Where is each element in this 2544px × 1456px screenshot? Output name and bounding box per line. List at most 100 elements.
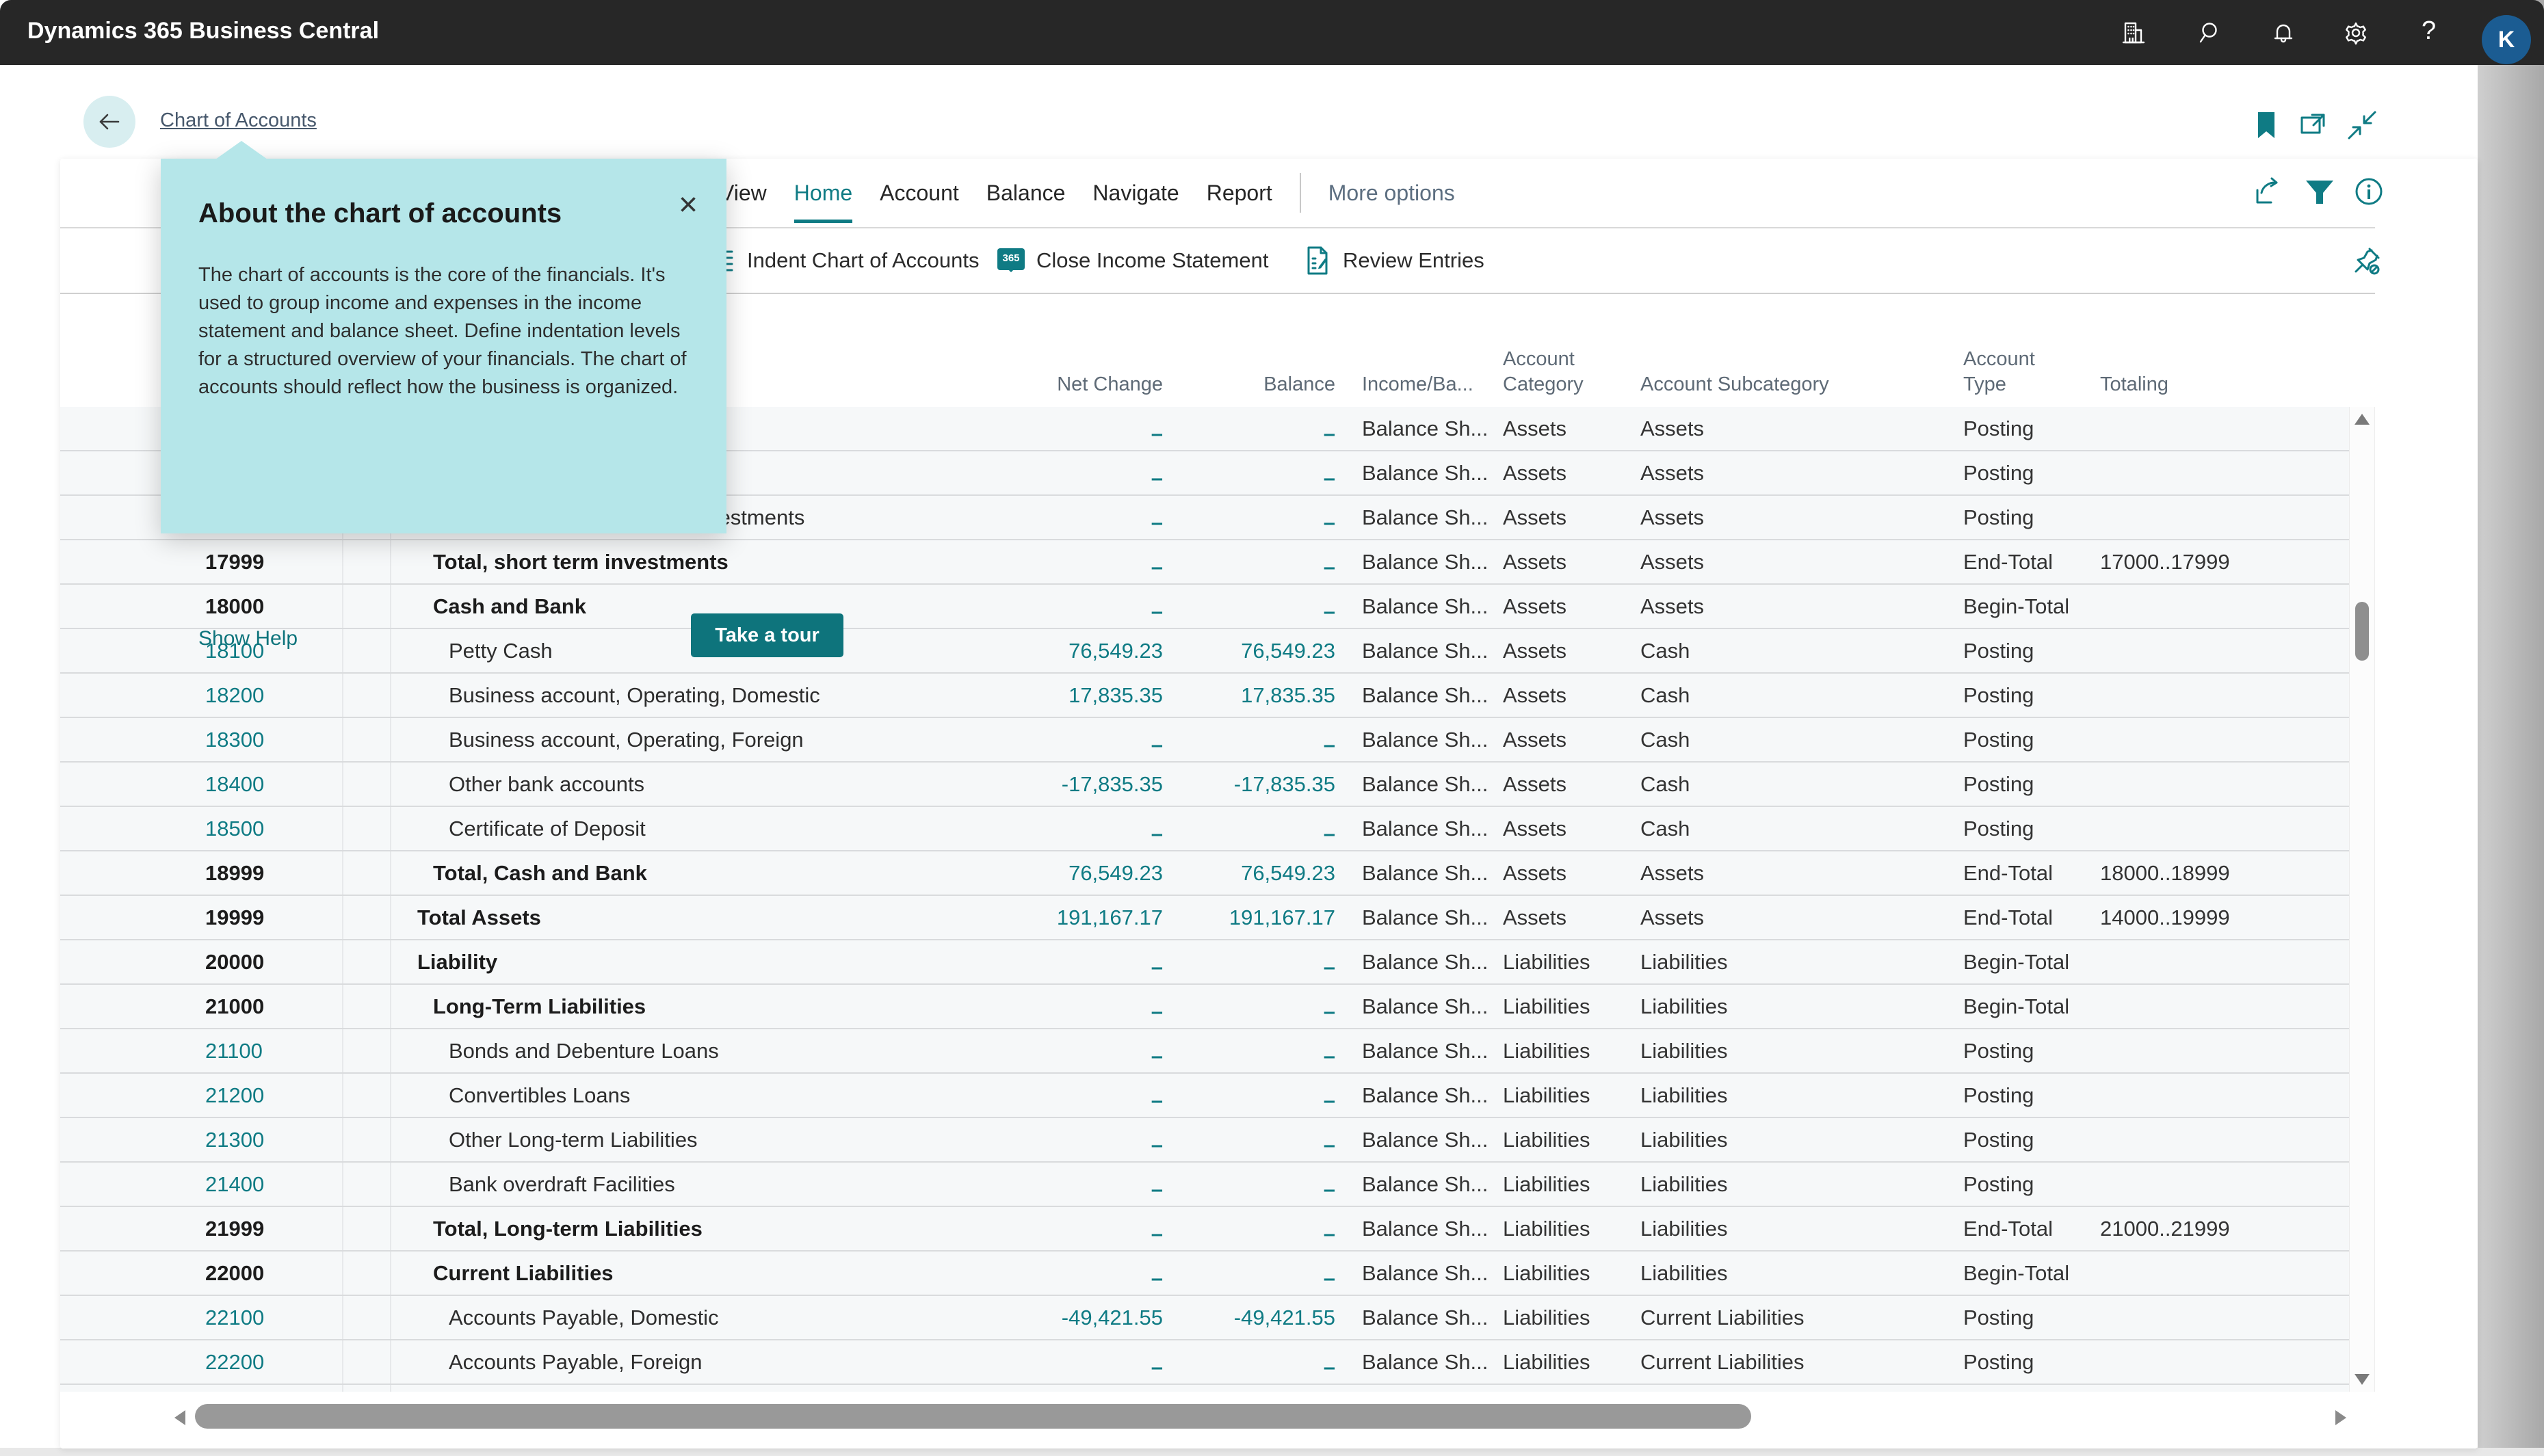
column-header-sub[interactable]: Account Subcategory	[1640, 372, 1829, 397]
tab-account[interactable]: Account	[880, 159, 959, 227]
table-row[interactable]: 21999Total, Long-term Liabilities––Balan…	[60, 1207, 2349, 1252]
info-icon[interactable]	[2351, 174, 2387, 209]
share-icon[interactable]	[2251, 174, 2286, 209]
account-no-link[interactable]: 21999	[205, 1207, 264, 1250]
close-icon[interactable]: ×	[679, 189, 698, 222]
account-subcategory-value: Current Liabilities	[1640, 1340, 1805, 1384]
table-row[interactable]: 22100Accounts Payable, Domestic-49,421.5…	[60, 1296, 2349, 1340]
net-change-value[interactable]: 76,549.23	[958, 851, 1163, 895]
table-row[interactable]: 18100Petty Cash76,549.2376,549.23Balance…	[60, 629, 2349, 674]
column-header-bal[interactable]: Balance	[1198, 372, 1335, 397]
account-no-link[interactable]: 21100	[205, 1029, 263, 1072]
column-header-type[interactable]: Account Type	[1963, 347, 2035, 397]
account-no-link[interactable]: 22100	[205, 1296, 264, 1339]
account-no-link[interactable]: 22200	[205, 1340, 264, 1384]
account-subcategory-value: Cash	[1640, 718, 1690, 761]
column-divider	[342, 1340, 343, 1384]
column-header-cat[interactable]: Account Category	[1503, 347, 1584, 397]
collapse-icon[interactable]	[2345, 108, 2379, 142]
table-row[interactable]: 18200Business account, Operating, Domest…	[60, 674, 2349, 718]
horizontal-scroll-thumb[interactable]	[195, 1404, 1751, 1429]
filter-icon[interactable]	[2302, 174, 2337, 209]
account-no-link[interactable]: 18300	[205, 718, 264, 761]
table-row[interactable]: 21100Bonds and Debenture Loans––Balance …	[60, 1029, 2349, 1074]
table-row[interactable]: 20000Liability––Balance Sh...Liabilities…	[60, 940, 2349, 985]
avatar[interactable]: K	[2482, 15, 2531, 64]
horizontal-scrollbar[interactable]	[174, 1401, 2346, 1435]
bell-icon[interactable]	[2270, 19, 2297, 47]
show-help-link[interactable]: Show Help	[198, 627, 298, 650]
balance-value[interactable]: 17,835.35	[1198, 674, 1335, 717]
scroll-right-arrow[interactable]	[2335, 1410, 2346, 1425]
account-no-link[interactable]: 21300	[205, 1118, 264, 1161]
action-close-income-statement[interactable]: 365Close Income Statement	[995, 228, 1268, 293]
table-row[interactable]: 18999 Total, Cash and Bank 76,549.23 76,549…	[60, 851, 2349, 896]
account-no-link[interactable]: 18400	[205, 763, 264, 806]
column-header-inc[interactable]: Income/Ba...	[1362, 372, 1473, 397]
table-row[interactable]: 21400Bank overdraft Facilities––Balance …	[60, 1163, 2349, 1207]
vertical-scroll-thumb[interactable]	[2355, 602, 2369, 661]
net-change-value[interactable]: 76,549.23	[958, 629, 1163, 672]
help-icon[interactable]: ?	[2422, 16, 2436, 46]
search-icon[interactable]	[2197, 19, 2225, 47]
account-no-link[interactable]: 18000	[205, 585, 264, 628]
action-review-entries[interactable]: Review Entries	[1302, 228, 1484, 293]
account-no-link[interactable]: 22300	[205, 1385, 264, 1392]
buildings-icon[interactable]	[2119, 19, 2147, 47]
gear-icon[interactable]	[2342, 19, 2370, 47]
balance-value[interactable]: -49,421.55	[1198, 1296, 1335, 1339]
breadcrumb[interactable]: Chart of Accounts	[160, 109, 317, 132]
bookmark-icon[interactable]	[2249, 108, 2283, 142]
tab-balance[interactable]: Balance	[986, 159, 1066, 227]
balance-value[interactable]: 191,167.17	[1198, 896, 1335, 939]
column-header-tot[interactable]: Totaling	[2100, 372, 2168, 397]
account-no-link[interactable]: 18999	[205, 851, 264, 895]
table-row[interactable]: 18000Cash and Bank––Balance Sh...AssetsA…	[60, 585, 2349, 629]
account-no-link[interactable]: 21200	[205, 1074, 264, 1117]
account-no-link[interactable]: 20000	[205, 940, 264, 983]
account-no-link[interactable]: 21000	[205, 985, 264, 1028]
popout-icon[interactable]	[2297, 108, 2331, 142]
balance-value[interactable]: 76,549.23	[1198, 851, 1335, 895]
table-row[interactable]: 18500Certificate of Deposit––Balance Sh.…	[60, 807, 2349, 851]
table-row[interactable]: 19999Total Assets191,167.17191,167.17Bal…	[60, 896, 2349, 940]
balance-value[interactable]: 76,549.23	[1198, 629, 1335, 672]
tab-report[interactable]: Report	[1207, 159, 1272, 227]
balance-value: –	[1198, 456, 1335, 499]
tab-view[interactable]: View	[720, 159, 767, 227]
account-name: Total, Cash and Bank	[433, 851, 647, 895]
account-no-link[interactable]: 21400	[205, 1163, 264, 1206]
net-change-value[interactable]: 17,835.35	[958, 674, 1163, 717]
tab-navigate[interactable]: Navigate	[1092, 159, 1179, 227]
account-no-link[interactable]: 17999	[205, 540, 264, 583]
scroll-up-arrow[interactable]	[2355, 414, 2370, 425]
table-row[interactable]: 22200Accounts Payable, Foreign––Balance …	[60, 1340, 2349, 1385]
vertical-scrollbar[interactable]	[2349, 407, 2375, 1392]
table-row[interactable]: 22000Current Liabilities––Balance Sh...L…	[60, 1252, 2349, 1296]
scroll-left-arrow[interactable]	[174, 1410, 185, 1425]
account-no-link[interactable]: 18200	[205, 674, 264, 717]
net-change-value[interactable]: -49,421.55	[958, 1296, 1163, 1339]
account-no-link[interactable]: 19999	[205, 896, 264, 939]
unpin-icon[interactable]	[2351, 245, 2383, 276]
action-indent-chart-of-accounts[interactable]: Indent Chart of Accounts	[706, 228, 980, 293]
table-row[interactable]: 21000Long-Term Liabilities––Balance Sh..…	[60, 985, 2349, 1029]
column-header-nc[interactable]: Net Change	[958, 372, 1163, 397]
column-divider	[342, 1296, 343, 1339]
account-no-link[interactable]: 18500	[205, 807, 264, 850]
table-row[interactable]: 22300Advances from customers––Balance Sh…	[60, 1385, 2349, 1392]
table-row[interactable]: 18400Other bank accounts-17,835.35-17,83…	[60, 763, 2349, 807]
net-change-value[interactable]: -17,835.35	[958, 763, 1163, 806]
table-row[interactable]: 17999Total, short term investments––Bala…	[60, 540, 2349, 585]
tab-home[interactable]: Home	[794, 159, 852, 227]
table-row[interactable]: 21300Other Long-term Liabilities––Balanc…	[60, 1118, 2349, 1163]
scroll-down-arrow[interactable]	[2355, 1374, 2370, 1385]
more-options-button[interactable]: More options	[1328, 159, 1455, 227]
net-change-value[interactable]: 191,167.17	[958, 896, 1163, 939]
table-row[interactable]: 21200Convertibles Loans––Balance Sh...Li…	[60, 1074, 2349, 1118]
account-no-link[interactable]: 22000	[205, 1252, 264, 1295]
balance-value[interactable]: -17,835.35	[1198, 763, 1335, 806]
back-button[interactable]	[83, 96, 135, 148]
take-a-tour-button[interactable]: Take a tour	[691, 613, 843, 657]
table-row[interactable]: 18300Business account, Operating, Foreig…	[60, 718, 2349, 763]
